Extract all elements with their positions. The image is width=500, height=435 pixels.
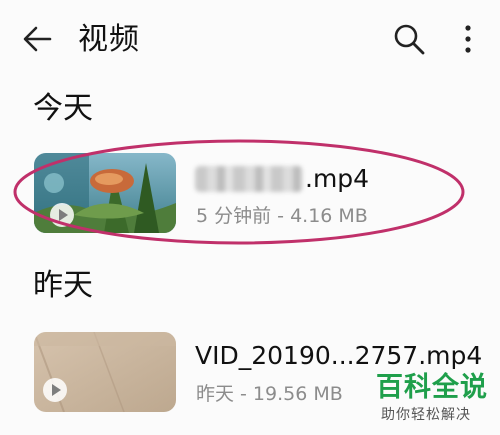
file-name[interactable]: VID_20190...2757.mp4 <box>195 340 482 372</box>
section-header-yesterday: 昨天 <box>33 268 93 303</box>
more-vertical-icon[interactable] <box>456 22 480 56</box>
highlight-ellipse-annotation <box>13 139 465 245</box>
watermark-tagline: 助你轻松解决 <box>381 407 471 423</box>
file-meta: 昨天 - 19.56 MB <box>196 383 343 405</box>
back-arrow-icon[interactable] <box>20 22 54 56</box>
search-icon[interactable] <box>392 22 426 56</box>
play-icon <box>43 378 67 402</box>
page-title: 视频 <box>78 22 140 57</box>
watermark-logo-text: 百科全说 <box>376 372 488 403</box>
section-header-today: 今天 <box>33 91 93 126</box>
